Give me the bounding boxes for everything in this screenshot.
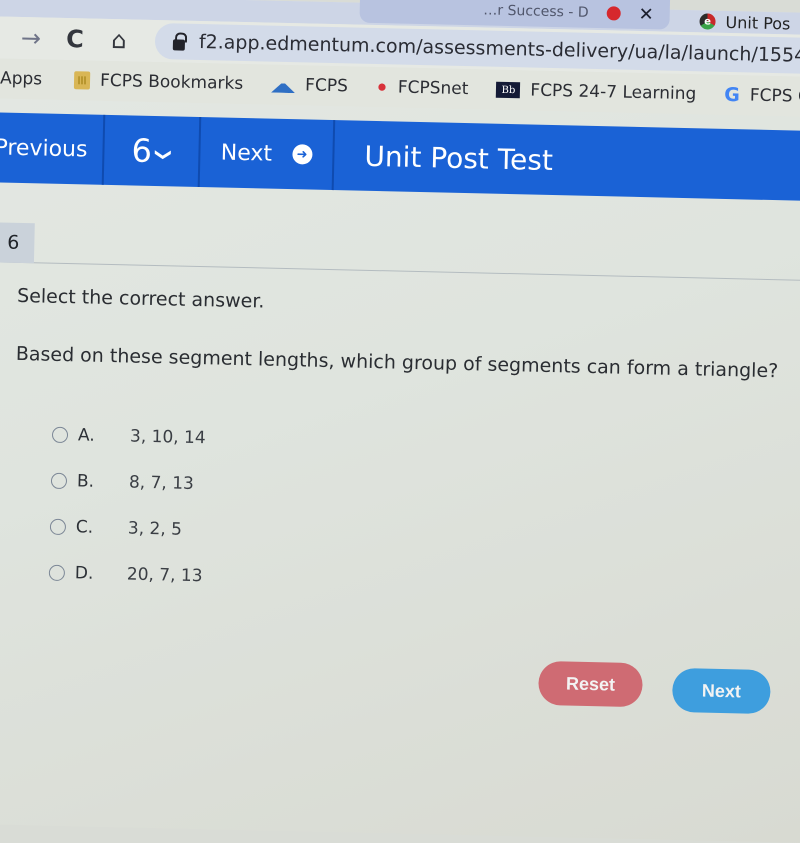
question-number: 6 — [131, 131, 153, 170]
tab-title: Unit Pos — [725, 12, 791, 33]
option-value: 3, 10, 14 — [129, 426, 206, 449]
question-number-badge: 6 — [0, 222, 35, 264]
instructions: Select the correct answer. — [16, 284, 265, 313]
close-tab-icon[interactable]: ✕ — [638, 3, 654, 24]
test-title: Unit Post Test — [334, 120, 554, 195]
bookmark-apps[interactable]: Apps — [0, 68, 60, 90]
reload-icon[interactable]: C — [53, 25, 98, 54]
option-value: 3, 2, 5 — [127, 518, 183, 540]
radio-button[interactable] — [51, 426, 69, 444]
option-d[interactable]: D. 20, 7, 13 — [48, 550, 203, 599]
home-icon[interactable]: ⌂ — [97, 26, 142, 55]
bookmark-fcps[interactable]: FCPS — [257, 74, 362, 96]
folder-icon — [73, 71, 91, 90]
radio-button[interactable] — [48, 564, 66, 582]
edmentum-icon: e — [699, 13, 716, 30]
option-value: 20, 7, 13 — [126, 564, 203, 587]
radio-button[interactable] — [50, 472, 68, 490]
next-button[interactable]: Next — [671, 667, 771, 715]
radio-button[interactable] — [49, 518, 67, 536]
bookmark-label: FCPS 24-7 Learning — [530, 80, 697, 105]
option-letter: B. — [76, 471, 95, 492]
bookmark-label: FCPS Go — [749, 85, 800, 108]
recording-icon — [606, 6, 621, 21]
bookmark-label: FCPS Bookmarks — [99, 70, 244, 94]
lock-icon — [172, 38, 186, 51]
header-next-button[interactable]: Next ➜ — [199, 117, 336, 191]
bookmark-label: Apps — [0, 68, 43, 90]
question-number-bar: 6 — [0, 221, 800, 282]
reset-button[interactable]: Reset — [538, 660, 643, 708]
blackboard-icon: Bb — [496, 81, 521, 99]
google-icon: G — [723, 83, 741, 107]
tab-title: …r Success - D — [483, 2, 589, 21]
question-prompt: Based on these segment lengths, which gr… — [15, 342, 779, 383]
option-letter: A. — [77, 425, 95, 446]
option-b[interactable]: B. 8, 7, 13 — [50, 458, 205, 507]
assessment-header: Previous 6 ❯ Next ➜ Unit Post Test — [0, 111, 800, 202]
url-text[interactable]: f2.app.edmentum.com/assessments-delivery… — [199, 31, 800, 67]
answer-options: A. 3, 10, 14 B. 8, 7, 13 C. 3, 2, 5 D. 2… — [48, 412, 206, 599]
option-a[interactable]: A. 3, 10, 14 — [51, 412, 206, 461]
bookmark-label: FCPS — [304, 75, 349, 97]
test-title-text: Unit Post Test — [364, 139, 554, 177]
bookmark-fcps-bookmarks[interactable]: FCPS Bookmarks — [60, 70, 257, 94]
option-value: 8, 7, 13 — [128, 472, 195, 494]
arrow-right-circle-icon: ➜ — [291, 144, 313, 165]
option-letter: C. — [75, 517, 94, 538]
previous-label: Previous — [0, 134, 88, 162]
forward-icon[interactable]: → — [9, 24, 54, 53]
bookmark-label: FCPSnet — [397, 77, 469, 100]
previous-button[interactable]: Previous — [0, 111, 106, 185]
option-letter: D. — [74, 563, 94, 584]
bookmark-fcpsnet[interactable]: FCPSnet — [362, 77, 483, 100]
bookmark-fcps-go[interactable]: G FCPS Go — [710, 84, 800, 109]
chevron-down-icon: ❯ — [154, 147, 175, 162]
fcpsnet-icon — [375, 81, 388, 94]
screen: …r Success - D ✕ e Unit Pos → C ⌂ f2.app… — [0, 0, 800, 843]
next-label: Next — [220, 140, 273, 167]
bookmark-fcps-24-7-learning[interactable]: Bb FCPS 24-7 Learning — [482, 79, 710, 104]
question-selector[interactable]: 6 ❯ — [103, 114, 202, 188]
option-c[interactable]: C. 3, 2, 5 — [49, 504, 204, 553]
tab-unit-post-test[interactable]: e Unit Pos — [699, 10, 791, 34]
fcps-icon — [271, 77, 295, 94]
